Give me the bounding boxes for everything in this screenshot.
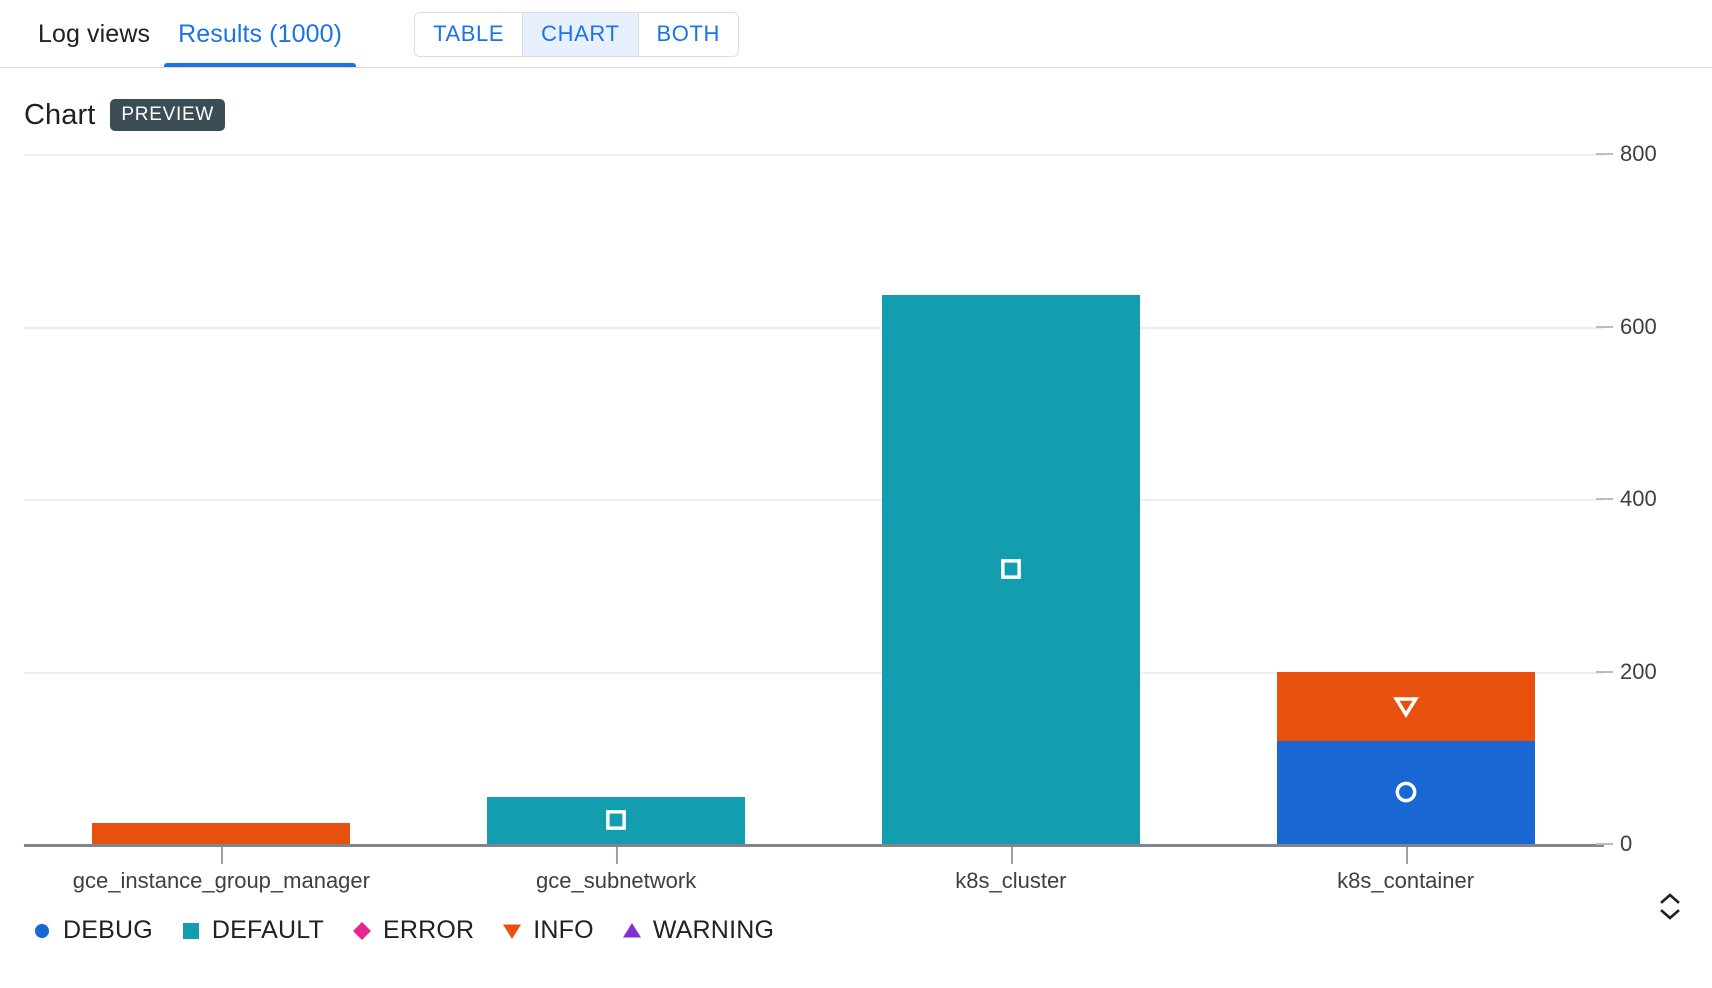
chart-legend: DEBUG DEFAULT ERROR INFO WARNING — [30, 916, 774, 945]
tab-results-label: Results (1000) — [178, 19, 343, 48]
bar-stack[interactable] — [92, 823, 351, 844]
legend-item-warning[interactable]: WARNING — [620, 916, 774, 945]
legend-label: ERROR — [382, 916, 475, 944]
triangle-down-legend-icon — [500, 919, 524, 943]
y-axis-tick-label: 400 — [1620, 486, 1657, 511]
y-axis-tick-mark — [1596, 153, 1613, 155]
tab-log-views-label: Log views — [38, 19, 151, 48]
gridline — [24, 326, 1603, 329]
tabbar-divider — [0, 67, 1712, 68]
view-mode-both-button[interactable]: BOTH — [638, 12, 739, 56]
top-tab-bar: Log views Results (1000) TABLE CHART BOT… — [0, 0, 1712, 68]
bar-segment-info[interactable] — [1276, 671, 1535, 741]
x-axis-tick-mark — [1010, 847, 1013, 864]
legend-label: DEFAULT — [211, 916, 324, 944]
legend-item-info[interactable]: INFO — [500, 916, 594, 945]
bar-stack[interactable] — [881, 294, 1140, 844]
diamond-legend-icon — [350, 919, 374, 943]
square-legend-icon — [179, 919, 203, 943]
legend-label: WARNING — [652, 916, 775, 944]
triangle-up-legend-icon — [620, 919, 644, 943]
view-mode-toggle: TABLE CHART BOTH — [414, 11, 740, 57]
gridline — [24, 154, 1603, 156]
triangle-down-marker-icon — [1392, 693, 1419, 719]
x-axis-tick-mark — [616, 847, 619, 864]
y-axis-tick-mark — [1596, 325, 1613, 328]
preview-badge: PREVIEW — [110, 99, 225, 131]
circle-legend-icon — [30, 919, 54, 943]
legend-label: INFO — [533, 916, 594, 944]
view-mode-table-button[interactable]: TABLE — [415, 12, 524, 56]
bar-stack[interactable] — [487, 796, 746, 844]
plot-region — [24, 154, 1603, 844]
x-axis-tick-label: k8s_container — [1337, 868, 1475, 893]
bar-segment-info[interactable] — [92, 823, 351, 844]
square-marker-icon — [603, 807, 629, 833]
x-axis-tick-mark — [221, 847, 224, 864]
legend-label: DEBUG — [63, 916, 153, 944]
view-mode-chart-button[interactable]: CHART — [523, 12, 639, 56]
page-title: Chart — [24, 98, 96, 131]
x-axis-tick-label: k8s_cluster — [955, 868, 1067, 893]
bar-segment-default[interactable] — [881, 294, 1140, 844]
y-axis-tick-mark — [1596, 843, 1613, 845]
legend-item-default[interactable]: DEFAULT — [179, 916, 324, 945]
y-axis-tick-label: 200 — [1620, 658, 1657, 684]
legend-item-debug[interactable]: DEBUG — [30, 916, 153, 945]
y-axis-tick-mark — [1596, 498, 1613, 500]
y-axis-tick-mark — [1596, 670, 1613, 673]
y-axis-tick-label: 800 — [1620, 141, 1657, 166]
unfold-more-icon[interactable] — [1650, 882, 1690, 930]
y-axis-tick-label: 600 — [1620, 313, 1657, 339]
bar-segment-debug[interactable] — [1276, 740, 1535, 844]
tab-log-views[interactable]: Log views — [24, 0, 164, 68]
chart-title-row: Chart PREVIEW — [0, 68, 1712, 132]
x-axis-line — [24, 844, 1604, 847]
gridline — [24, 499, 1603, 501]
legend-item-error[interactable]: ERROR — [350, 916, 474, 945]
chart-area: DEBUG DEFAULT ERROR INFO WARNING 800 600 400 20… — [0, 141, 1712, 945]
tab-results[interactable]: Results (1000) — [164, 0, 357, 68]
bar-stack[interactable] — [1276, 671, 1535, 844]
x-axis-tick-label: gce_instance_group_manager — [72, 868, 370, 893]
x-axis-tick-label: gce_subnetwork — [536, 868, 697, 893]
circle-marker-icon — [1393, 779, 1419, 805]
x-axis-tick-mark — [1405, 847, 1408, 864]
bar-segment-default[interactable] — [487, 796, 746, 844]
y-axis-tick-label: 0 — [1620, 831, 1633, 856]
square-marker-icon — [998, 556, 1024, 582]
